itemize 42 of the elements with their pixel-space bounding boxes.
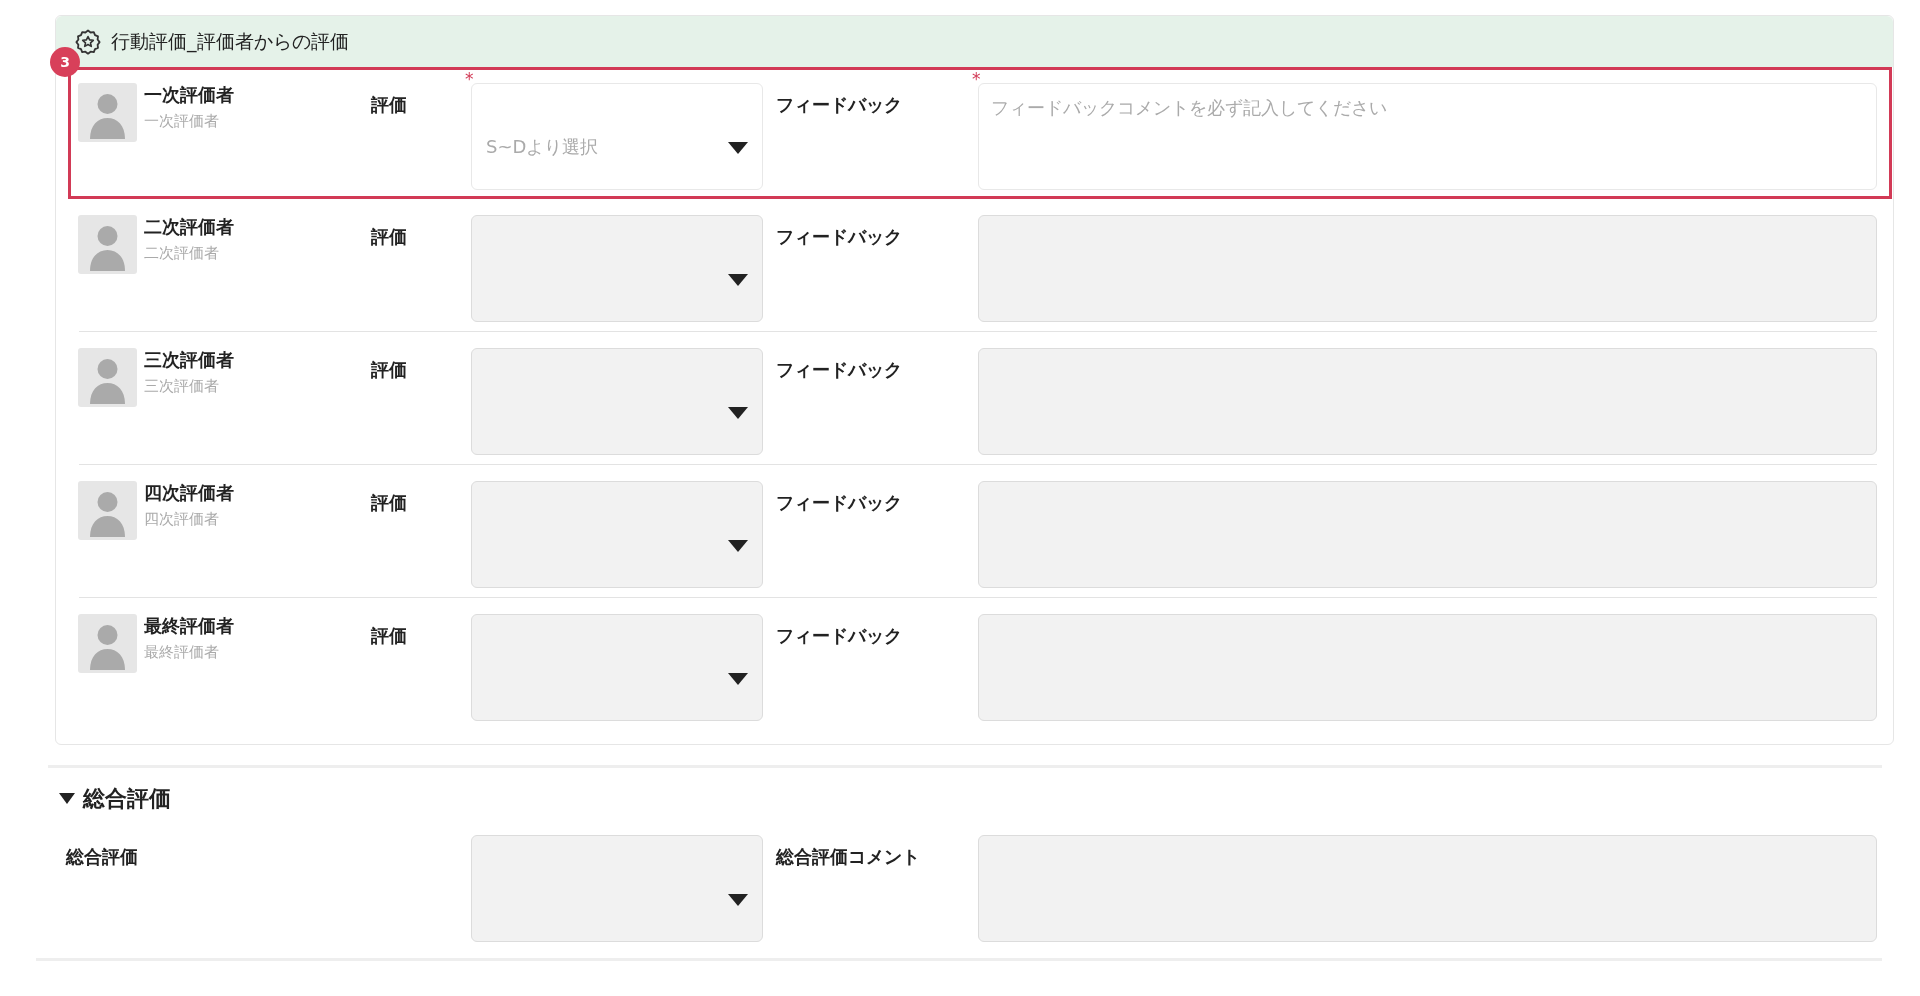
field-label: 総合評価 — [66, 845, 139, 869]
caret-icon — [728, 893, 748, 906]
field-label: フィードバック — [776, 491, 903, 515]
evaluator-name: 四次評価者 — [144, 481, 234, 505]
evaluator-name: 三次評価者 — [144, 348, 234, 372]
evaluator-role: 三次評価者 — [144, 376, 220, 398]
caret-icon — [728, 273, 748, 286]
field-label: 評価 — [371, 491, 408, 515]
required-mark: * — [972, 71, 981, 88]
field-label: 評価 — [371, 358, 408, 382]
caret-icon — [728, 406, 748, 419]
collapse-caret-icon[interactable] — [59, 793, 75, 804]
field-label: 評価 — [371, 93, 408, 117]
field-label: フィードバック — [776, 225, 903, 249]
field-label: 評価 — [371, 624, 408, 648]
required-mark: * — [465, 71, 474, 88]
select-field[interactable]: S~Dより選択 — [471, 83, 763, 190]
avatar-icon — [78, 614, 137, 673]
evaluator-role: 一次評価者 — [144, 111, 220, 133]
evaluator-role: 二次評価者 — [144, 243, 220, 265]
evaluator-role: 四次評価者 — [144, 509, 220, 531]
evaluator-name: 最終評価者 — [144, 614, 234, 638]
section-title: 総合評価 — [83, 785, 171, 813]
field-label: フィードバック — [776, 93, 903, 117]
field-label: フィードバック — [776, 358, 903, 382]
evaluator-name: 二次評価者 — [144, 215, 234, 239]
step-badge: 3 — [50, 47, 80, 77]
avatar-icon — [78, 348, 137, 407]
evaluator-role: 最終評価者 — [144, 642, 220, 664]
star-badge-icon — [75, 28, 101, 55]
field-label: フィードバック — [776, 624, 903, 648]
caret-icon — [728, 141, 748, 154]
avatar-icon — [78, 83, 137, 142]
feedback-field[interactable]: フィードバックコメントを必ず記入してください — [978, 83, 1877, 190]
caret-icon — [728, 672, 748, 685]
avatar-icon — [78, 215, 137, 274]
evaluator-name: 一次評価者 — [144, 83, 234, 107]
caret-icon — [728, 539, 748, 552]
field-label: 評価 — [371, 225, 408, 249]
avatar-icon — [78, 481, 137, 540]
section-title: 行動評価_評価者からの評価 — [111, 29, 349, 55]
field-label: 総合評価コメント — [776, 845, 921, 869]
